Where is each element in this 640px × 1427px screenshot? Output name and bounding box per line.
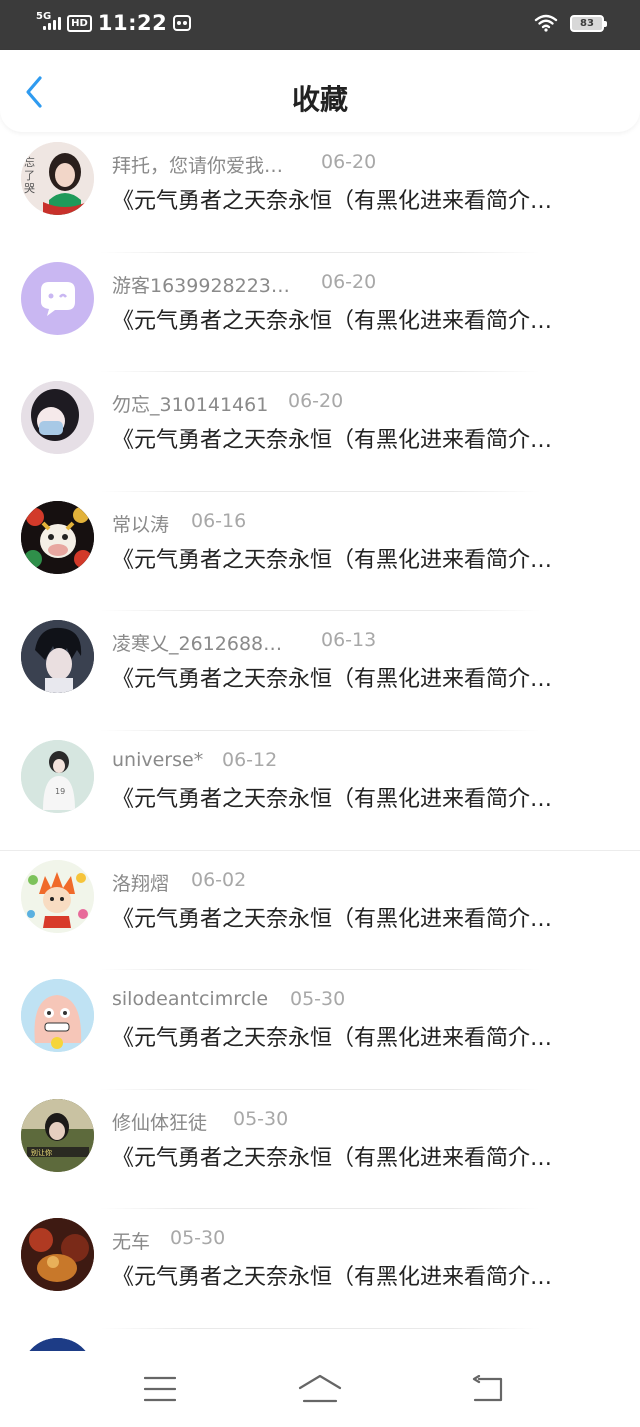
list-item[interactable]: 常以涛 06-16 《元气勇者之天奈永恒（有黑化进来看简介… bbox=[0, 492, 640, 612]
avatar[interactable] bbox=[21, 1337, 94, 1351]
post-title[interactable]: 《元气勇者之天奈永恒（有黑化进来看简介… bbox=[112, 781, 602, 813]
network-type: 5G bbox=[36, 11, 52, 22]
post-title[interactable]: 《元气勇者之天奈永恒（有黑化进来看简介… bbox=[112, 1259, 602, 1291]
post-title[interactable]: 《元气勇者之天奈永恒（有黑化进来看简介… bbox=[112, 901, 602, 933]
battery-icon: 83 bbox=[570, 14, 607, 32]
avatar-image bbox=[21, 500, 94, 574]
avatar-text: 忘了哭 bbox=[24, 156, 35, 195]
avatar-image bbox=[21, 381, 94, 455]
favorites-list[interactable]: 忘了哭 拜托，您请你爱我… 06-20 《元气勇者之天奈永恒（有黑化进来看简介…… bbox=[0, 133, 640, 1351]
post-date: 06-20 bbox=[321, 270, 377, 293]
avatar-image bbox=[21, 1337, 94, 1351]
post-date: 06-12 bbox=[222, 748, 278, 771]
list-item[interactable]: 游客1639928223… 06-20 《元气勇者之天奈永恒（有黑化进来看简介… bbox=[0, 253, 640, 373]
post-date: 06-20 bbox=[321, 151, 377, 173]
list-item[interactable]: 别让你 修仙体狂徒 05-30 《元气勇者之天奈永恒（有黑化进来看简介… bbox=[0, 1090, 640, 1210]
post-date: 05-30 bbox=[170, 1227, 226, 1250]
username[interactable]: 无车 bbox=[112, 1227, 170, 1254]
post-date: 06-02 bbox=[191, 868, 247, 891]
avatar-image bbox=[21, 1218, 94, 1292]
svg-text:别让你: 别让你 bbox=[31, 1148, 52, 1157]
avatar[interactable] bbox=[21, 620, 94, 694]
status-bar: 5G HD 11:22 83 bbox=[0, 0, 640, 50]
back-icon bbox=[472, 1375, 503, 1402]
post-date: 06-20 bbox=[288, 390, 344, 413]
post-date: 05-30 bbox=[290, 988, 346, 1011]
menu-icon bbox=[144, 1376, 176, 1402]
post-title[interactable]: 《元气勇者之天奈永恒（有黑化进来看简介… bbox=[112, 183, 602, 215]
game-mode-icon bbox=[173, 15, 192, 31]
avatar[interactable] bbox=[21, 859, 94, 933]
list-item[interactable]: 凌寒乂_2612688… 06-13 《元气勇者之天奈永恒（有黑化进来看简介… bbox=[0, 611, 640, 731]
list-item[interactable]: silodeantcimrcle 05-30 《元气勇者之天奈永恒（有黑化进来看… bbox=[0, 970, 640, 1090]
status-time: 11:22 bbox=[97, 11, 168, 35]
avatar[interactable]: 忘了哭 bbox=[21, 142, 94, 215]
username[interactable]: 修仙体狂徒 bbox=[112, 1108, 233, 1135]
username[interactable]: 拜托，您请你爱我… bbox=[112, 151, 321, 178]
list-item[interactable]: 忘了哭 拜托，您请你爱我… 06-20 《元气勇者之天奈永恒（有黑化进来看简介… bbox=[0, 133, 640, 253]
post-title[interactable]: 《元气勇者之天奈永恒（有黑化进来看简介… bbox=[112, 1020, 602, 1052]
menu-button[interactable] bbox=[130, 1371, 190, 1407]
avatar[interactable] bbox=[21, 500, 94, 574]
avatar[interactable] bbox=[21, 381, 94, 455]
post-date: 05-30 bbox=[233, 1107, 289, 1130]
chat-bubble-icon bbox=[41, 281, 75, 316]
post-title[interactable]: 《元气勇者之天奈永恒（有黑化进来看简介… bbox=[112, 542, 602, 574]
post-title[interactable]: 《元气勇者之天奈永恒（有黑化进来看简介… bbox=[112, 422, 602, 454]
home-button[interactable] bbox=[290, 1371, 350, 1407]
post-title[interactable]: 《元气勇者之天奈永恒（有黑化进来看简介… bbox=[112, 1140, 602, 1172]
avatar[interactable]: 别让你 bbox=[21, 1098, 94, 1172]
username[interactable]: 勿忘_310141461 bbox=[112, 390, 288, 417]
list-item[interactable]: 洛翔熠 06-02 《元气勇者之天奈永恒（有黑化进来看简介… bbox=[0, 851, 640, 971]
avatar-image bbox=[21, 979, 94, 1053]
username[interactable]: 凌寒乂_2612688… bbox=[112, 629, 321, 656]
avatar-image bbox=[21, 620, 94, 694]
username[interactable]: universe* bbox=[112, 749, 222, 771]
system-nav-bar bbox=[0, 1351, 640, 1427]
wifi-icon bbox=[534, 14, 558, 32]
list-item[interactable]: 19 universe* 06-12 《元气勇者之天奈永恒（有黑化进来看简介… bbox=[0, 731, 640, 851]
nav-header: 收藏 bbox=[0, 50, 640, 132]
username[interactable]: 常以涛 bbox=[112, 510, 191, 537]
post-title[interactable]: 《元气勇者之天奈永恒（有黑化进来看简介… bbox=[112, 661, 602, 693]
battery-level: 83 bbox=[580, 17, 594, 29]
avatar-image: 别让你 bbox=[21, 1098, 94, 1172]
avatar-image: 19 bbox=[21, 739, 94, 813]
hd-badge: HD bbox=[67, 14, 92, 32]
username[interactable]: 洛翔熠 bbox=[112, 869, 191, 896]
post-title[interactable]: 《元气勇者之天奈永恒（有黑化进来看简介… bbox=[112, 303, 602, 335]
home-icon bbox=[298, 1374, 342, 1403]
back-nav-button[interactable] bbox=[458, 1371, 518, 1407]
avatar-image bbox=[21, 859, 94, 933]
list-item[interactable]: 勿忘_310141461 06-20 《元气勇者之天奈永恒（有黑化进来看简介… bbox=[0, 372, 640, 492]
svg-text:19: 19 bbox=[55, 787, 65, 796]
post-date: 06-13 bbox=[321, 629, 377, 652]
list-item[interactable] bbox=[0, 1329, 640, 1351]
post-date: 06-16 bbox=[191, 509, 247, 532]
list-item[interactable]: 无车 05-30 《元气勇者之天奈永恒（有黑化进来看简介… bbox=[0, 1209, 640, 1329]
username[interactable]: silodeantcimrcle bbox=[112, 988, 290, 1010]
avatar[interactable] bbox=[21, 979, 94, 1053]
page-title: 收藏 bbox=[291, 83, 348, 116]
username[interactable]: 游客1639928223… bbox=[112, 271, 321, 298]
avatar[interactable]: 19 bbox=[21, 739, 94, 813]
avatar[interactable] bbox=[21, 1218, 94, 1292]
avatar[interactable] bbox=[21, 261, 94, 335]
